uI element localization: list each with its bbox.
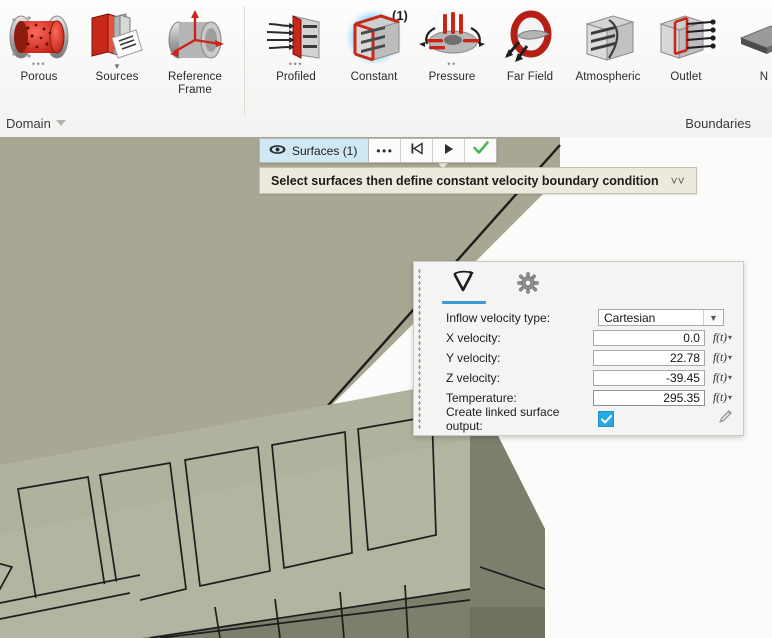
field-row-z-velocity: Z velocity: -39.45 f(t) ▾: [446, 368, 736, 388]
velocity-tab[interactable]: [442, 270, 486, 304]
chevron-down-icon[interactable]: ▼: [703, 310, 723, 326]
pressure-inflow-icon: ••: [417, 6, 487, 69]
field-row-linked-output: Create linked surface output:: [446, 405, 736, 433]
ribbon-item-pressure[interactable]: •• Pressure: [413, 6, 491, 106]
x-velocity-function-button[interactable]: f(t) ▾: [709, 330, 736, 346]
field-label: Y velocity:: [446, 350, 501, 365]
ribbon-item-label: Reference Frame: [168, 71, 222, 96]
edit-button[interactable]: [714, 409, 736, 429]
inflow-velocity-type-select[interactable]: Cartesian ▼: [598, 309, 724, 327]
chevron-down-icon: ▾: [728, 373, 733, 383]
chevron-expand-icon[interactable]: ˅˅: [671, 174, 685, 188]
ribbon-item-profiled[interactable]: ••• Profiled: [257, 6, 335, 106]
dialog-fields: Inflow velocity type: Cartesian ▼ X velo…: [446, 308, 736, 433]
surfaces-selection-label: Surfaces (1): [292, 143, 358, 158]
pencil-icon: [718, 409, 733, 429]
ribbon-item-far-field[interactable]: Far Field: [491, 6, 569, 106]
temperature-input[interactable]: 295.35: [592, 389, 705, 406]
z-velocity-function-button[interactable]: f(t) ▾: [709, 370, 736, 386]
porous-cylinder-icon: •••: [4, 6, 74, 69]
outlet-icon: [651, 6, 721, 68]
surfaces-selection-tab[interactable]: Surfaces (1): [260, 139, 370, 162]
ribbon-group-divider: [244, 6, 245, 116]
ribbon-group-domain: ••• Porous ▾ Sources Reference Frame Dom…: [0, 0, 244, 137]
group-caret-icon[interactable]: [55, 120, 66, 126]
chevron-down-icon: ▾: [728, 333, 733, 343]
gear-icon: [517, 271, 539, 299]
ribbon-item-label: Constant: [350, 71, 398, 83]
checkmark-icon: [473, 141, 489, 160]
field-label: Create linked surface output:: [446, 405, 560, 434]
field-label: Inflow velocity type:: [446, 310, 551, 325]
ribbon-item-natural[interactable]: N: [725, 6, 772, 106]
command-toolbar: Surfaces (1) •••: [259, 138, 498, 163]
reference-frame-icon: [160, 6, 230, 68]
vector-v-icon: [450, 270, 478, 301]
constant-velocity-icon: [339, 6, 409, 68]
play-button[interactable]: [433, 139, 466, 162]
boundary-condition-dialog: Inflow velocity type: Cartesian ▼ X velo…: [413, 261, 744, 436]
ellipsis-icon: •••: [376, 143, 394, 158]
ribbon-item-label: Outlet: [670, 71, 702, 83]
atmospheric-icon: [573, 6, 643, 68]
z-velocity-input[interactable]: -39.45: [592, 369, 705, 386]
ribbon-item-label: Profiled: [276, 71, 316, 83]
ribbon-item-porous[interactable]: ••• Porous: [0, 6, 78, 106]
ribbon-item-constant[interactable]: (1) Constant: [335, 6, 413, 106]
y-velocity-function-button[interactable]: f(t) ▾: [709, 350, 736, 366]
ribbon-item-label: Atmospheric: [575, 71, 641, 83]
natural-icon: [729, 6, 772, 68]
ribbon-item-sources[interactable]: ▾ Sources: [78, 6, 156, 106]
ribbon-item-label: Far Field: [506, 71, 554, 83]
x-velocity-input[interactable]: 0.0: [592, 329, 705, 346]
sources-books-icon: ▾: [82, 6, 152, 71]
field-label: Temperature:: [446, 390, 517, 405]
ribbon-toolbar: ••• Porous ▾ Sources Reference Frame Dom…: [0, 0, 772, 138]
ribbon-group-boundaries: ••• Profiled (1) Constant •• Pressure Fa…: [249, 0, 772, 137]
field-row-y-velocity: Y velocity: 22.78 f(t) ▾: [446, 348, 736, 368]
skip-back-icon: [410, 141, 424, 160]
profiled-inflow-icon: •••: [261, 6, 331, 69]
ribbon-item-label: Pressure: [428, 71, 476, 83]
ribbon-item-label: Porous: [20, 71, 58, 83]
dialog-tab-strip: [442, 270, 546, 304]
ribbon-item-reference-frame[interactable]: Reference Frame: [156, 6, 234, 106]
ribbon-item-label: N: [759, 71, 769, 83]
instruction-hint-bar: Select surfaces then define constant vel…: [259, 167, 697, 194]
ribbon-item-label: Sources: [95, 71, 139, 83]
play-icon: [443, 142, 454, 160]
ribbon-item-outlet[interactable]: Outlet: [647, 6, 725, 106]
field-row-x-velocity: X velocity: 0.0 f(t) ▾: [446, 328, 736, 348]
create-linked-surface-output-checkbox[interactable]: [598, 411, 614, 428]
more-options-button[interactable]: •••: [369, 139, 402, 162]
ribbon-group-label-domain[interactable]: Domain: [6, 116, 66, 131]
settings-tab[interactable]: [510, 270, 546, 300]
ribbon-group-label-boundaries: Boundaries: [685, 116, 751, 131]
chevron-down-icon: ▾: [728, 393, 733, 403]
field-row-inflow-type: Inflow velocity type: Cartesian ▼: [446, 308, 736, 328]
far-field-icon: [495, 6, 565, 68]
chevron-down-icon: ▾: [728, 353, 733, 363]
temperature-function-button[interactable]: f(t) ▾: [709, 390, 736, 406]
restart-button[interactable]: [401, 139, 434, 162]
hint-text: Select surfaces then define constant vel…: [271, 173, 659, 188]
surface-pick-icon: [269, 144, 286, 158]
dialog-drag-grip[interactable]: [418, 268, 421, 429]
ribbon-item-atmospheric[interactable]: Atmospheric: [569, 6, 647, 106]
field-label: Z velocity:: [446, 370, 501, 385]
select-value: Cartesian: [604, 310, 656, 325]
field-label: X velocity:: [446, 330, 501, 345]
y-velocity-input[interactable]: 22.78: [592, 349, 705, 366]
accept-button[interactable]: [465, 139, 497, 162]
